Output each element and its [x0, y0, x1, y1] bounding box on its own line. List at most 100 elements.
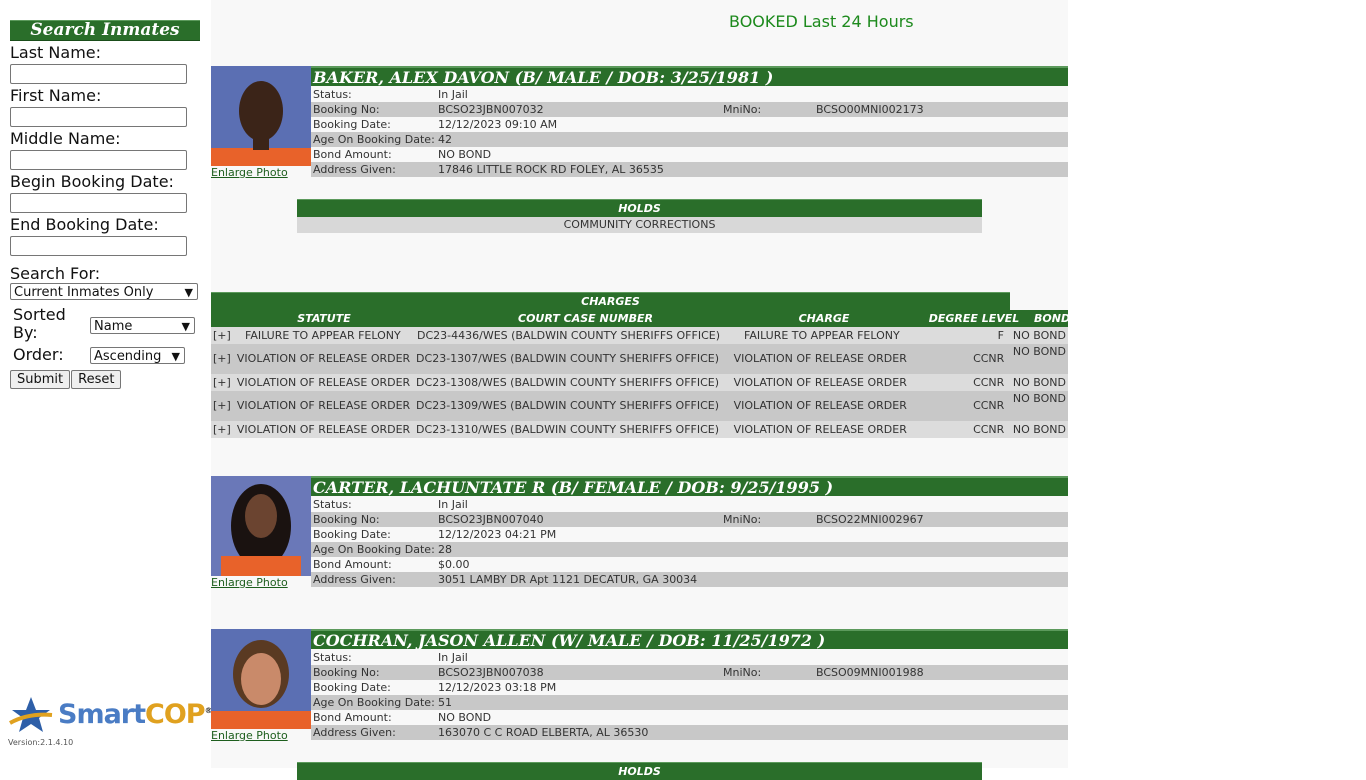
- col-statute: STATUTE: [297, 312, 351, 325]
- end-booking-date-label: End Booking Date:: [10, 215, 159, 234]
- middle-name-input[interactable]: [10, 150, 187, 170]
- inmate-info: Status: In Jail Booking No: BCSO23JBN00703…: [311, 87, 1068, 177]
- booking-date-value: 12/12/2023 04:21 PM: [438, 528, 557, 541]
- holds-table: HOLDS COMMUNITY CORRECTIONS: [297, 199, 982, 233]
- charges-column-headers: STATUTE COURT CASE NUMBER CHARGE DEGREE …: [211, 310, 1071, 327]
- col-degree: DEGREE LEVEL: [928, 312, 1020, 325]
- hold-item: COMMUNITY CORRECTIONS: [297, 217, 982, 233]
- bond-value: NO BOND: [438, 711, 492, 724]
- version-label: Version:2.1.4.10: [8, 738, 74, 747]
- charge-row: [+] FAILURE TO APPEAR FELONY DC23-4436/W…: [211, 327, 1068, 344]
- charge-statute: VIOLATION OF RELEASE ORDER: [236, 352, 411, 365]
- charge-statute: VIOLATION OF RELEASE ORDER: [236, 399, 411, 412]
- address-label: Address Given:: [313, 163, 396, 176]
- booking-no-value: BCSO23JBN007040: [438, 513, 544, 526]
- booking-date-label: Booking Date:: [313, 528, 391, 541]
- age-label: Age On Booking Date:: [313, 133, 435, 146]
- inmate-info: Status: In Jail Booking No: BCSO23JBN00703…: [311, 650, 1068, 740]
- holds-table: HOLDS: [297, 762, 982, 780]
- sorted-by-select[interactable]: Name ▼: [90, 316, 195, 334]
- reset-button[interactable]: Reset: [71, 370, 122, 389]
- chevron-down-icon: ▼: [171, 349, 180, 363]
- charge-degree: CCNR: [973, 352, 1005, 365]
- enlarge-photo-link[interactable]: Enlarge Photo: [211, 576, 288, 589]
- status-label: Status:: [313, 651, 352, 664]
- age-label: Age On Booking Date:: [313, 543, 435, 556]
- page-title: BOOKED Last 24 Hours: [729, 12, 914, 31]
- mni-no-value: BCSO09MNI001988: [816, 666, 924, 679]
- mni-no-label: MniNo:: [723, 666, 762, 679]
- search-for-value: Current Inmates Only: [14, 285, 154, 300]
- col-bond: BOND: [1034, 312, 1071, 325]
- charge-row: [+] VIOLATION OF RELEASE ORDER DC23-1310…: [211, 421, 1068, 438]
- charge-case: DC23-1309/WES (BALDWIN COUNTY SHERIFFS O…: [416, 399, 720, 412]
- charge-case: DC23-4436/WES (BALDWIN COUNTY SHERIFFS O…: [417, 329, 720, 342]
- charges-table: CHARGES STATUTE COURT CASE NUMBER CHARGE…: [211, 292, 1071, 438]
- chevron-down-icon: ▼: [181, 319, 190, 333]
- charges-header: CHARGES: [211, 292, 1010, 310]
- charge-bond: NO BOND: [1012, 376, 1066, 389]
- expand-charge-toggle[interactable]: [+]: [211, 327, 237, 344]
- last-name-input[interactable]: [10, 64, 187, 84]
- booking-no-value: BCSO23JBN007038: [438, 666, 544, 679]
- enlarge-photo-link[interactable]: Enlarge Photo: [211, 729, 288, 742]
- inmate-info: Status: In Jail Booking No: BCSO23JBN00704…: [311, 497, 1068, 587]
- mni-no-value: BCSO22MNI002967: [816, 513, 924, 526]
- smartcop-logo: SmartCOP®: [8, 695, 213, 735]
- begin-booking-date-input[interactable]: [10, 193, 187, 213]
- mugshot-photo[interactable]: [211, 476, 311, 576]
- charge-degree: CCNR: [973, 376, 1005, 389]
- address-label: Address Given:: [313, 573, 396, 586]
- mni-no-value: BCSO00MNI002173: [816, 103, 924, 116]
- expand-charge-toggle[interactable]: [+]: [211, 391, 237, 421]
- charge-bond: NO BOND: [1012, 329, 1066, 342]
- age-value: 28: [438, 543, 452, 556]
- holds-header: HOLDS: [297, 762, 982, 780]
- charge-description: VIOLATION OF RELEASE ORDER: [733, 376, 907, 389]
- charge-bond: NO BOND: [1012, 423, 1066, 436]
- bond-label: Bond Amount:: [313, 148, 392, 161]
- charge-bond: NO BOND: [1012, 345, 1066, 358]
- search-for-select[interactable]: Current Inmates Only ▼: [10, 283, 198, 300]
- status-value: In Jail: [438, 651, 468, 664]
- charge-case: DC23-1307/WES (BALDWIN COUNTY SHERIFFS O…: [416, 352, 720, 365]
- booking-date-value: 12/12/2023 09:10 AM: [438, 118, 558, 131]
- search-panel-header: Search Inmates: [10, 20, 200, 41]
- charge-statute: FAILURE TO APPEAR FELONY: [245, 329, 401, 342]
- address-value: 17846 LITTLE ROCK RD FOLEY, AL 36535: [438, 163, 664, 176]
- charge-description: VIOLATION OF RELEASE ORDER: [733, 423, 907, 436]
- order-label: Order:: [13, 345, 64, 364]
- charge-row: [+] VIOLATION OF RELEASE ORDER DC23-1309…: [211, 391, 1068, 421]
- expand-charge-toggle[interactable]: [+]: [211, 344, 237, 374]
- mugshot-photo[interactable]: [211, 629, 311, 729]
- charge-case: DC23-1310/WES (BALDWIN COUNTY SHERIFFS O…: [416, 423, 720, 436]
- charge-bond: NO BOND: [1012, 392, 1066, 405]
- mugshot-photo[interactable]: [211, 66, 311, 166]
- age-value: 51: [438, 696, 452, 709]
- logo-text-cop: COP: [145, 699, 206, 730]
- charge-statute: VIOLATION OF RELEASE ORDER: [236, 376, 411, 389]
- order-select[interactable]: Ascending ▼: [90, 346, 185, 364]
- enlarge-photo-link[interactable]: Enlarge Photo: [211, 166, 288, 179]
- bond-value: $0.00: [438, 558, 470, 571]
- status-value: In Jail: [438, 498, 468, 511]
- chevron-down-icon: ▼: [184, 286, 193, 299]
- booking-no-label: Booking No:: [313, 103, 380, 116]
- charge-description: VIOLATION OF RELEASE ORDER: [733, 352, 907, 365]
- expand-charge-toggle[interactable]: [+]: [211, 374, 237, 391]
- first-name-input[interactable]: [10, 107, 187, 127]
- end-booking-date-input[interactable]: [10, 236, 187, 256]
- charge-degree: F: [997, 329, 1004, 342]
- address-value: 163070 C C ROAD ELBERTA, AL 36530: [438, 726, 649, 739]
- submit-button[interactable]: Submit: [10, 370, 71, 389]
- expand-charge-toggle[interactable]: [+]: [211, 421, 237, 438]
- first-name-label: First Name:: [10, 86, 102, 105]
- charge-degree: CCNR: [973, 423, 1005, 436]
- status-label: Status:: [313, 88, 352, 101]
- age-label: Age On Booking Date:: [313, 696, 435, 709]
- inmate-header: CARTER, LACHUNTATE R (B/ FEMALE / DOB: 9…: [311, 476, 1068, 496]
- middle-name-label: Middle Name:: [10, 129, 121, 148]
- inmate-header: BAKER, ALEX DAVON (B/ MALE / DOB: 3/25/1…: [311, 66, 1068, 86]
- search-for-label: Search For:: [10, 264, 101, 283]
- charge-statute: VIOLATION OF RELEASE ORDER: [236, 423, 411, 436]
